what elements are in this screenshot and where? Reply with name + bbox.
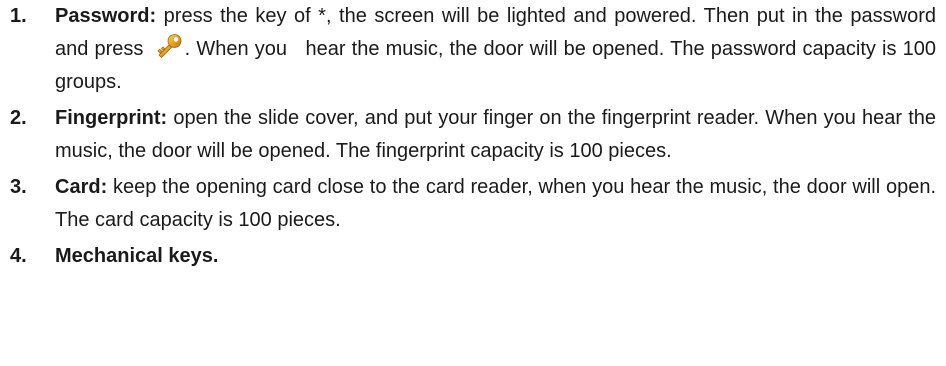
item-number: 4.	[10, 245, 27, 267]
item-text-password-part2: . When you hear the music, the door will…	[55, 38, 937, 93]
item-text-card: keep the opening card close to the card …	[55, 176, 936, 231]
list-item-fingerprint: 2. Fingerprint: open the slide cover, and…	[0, 102, 946, 168]
key-icon	[154, 33, 184, 59]
item-title-password: Password	[55, 5, 150, 27]
unlock-methods-list: 1. Password: press the key of *, the scre…	[0, 0, 946, 273]
item-title-mechanical-keys: Mechanical keys.	[55, 245, 219, 267]
item-number: 1.	[10, 5, 27, 27]
list-item-card: 3. Card: keep the opening card close to t…	[0, 171, 946, 237]
item-title-card: Card:	[55, 176, 108, 198]
list-item-mechanical-keys: 4. Mechanical keys.	[0, 240, 946, 273]
list-item-password: 1. Password: press the key of *, the scre…	[0, 0, 946, 99]
item-text-fingerprint: open the slide cover, and put your finge…	[55, 107, 936, 162]
item-title-fingerprint: Fingerprint:	[55, 107, 168, 129]
document-page: 1. Password: press the key of *, the scre…	[0, 0, 946, 366]
item-number: 3.	[10, 176, 27, 198]
item-number: 2.	[10, 107, 27, 129]
